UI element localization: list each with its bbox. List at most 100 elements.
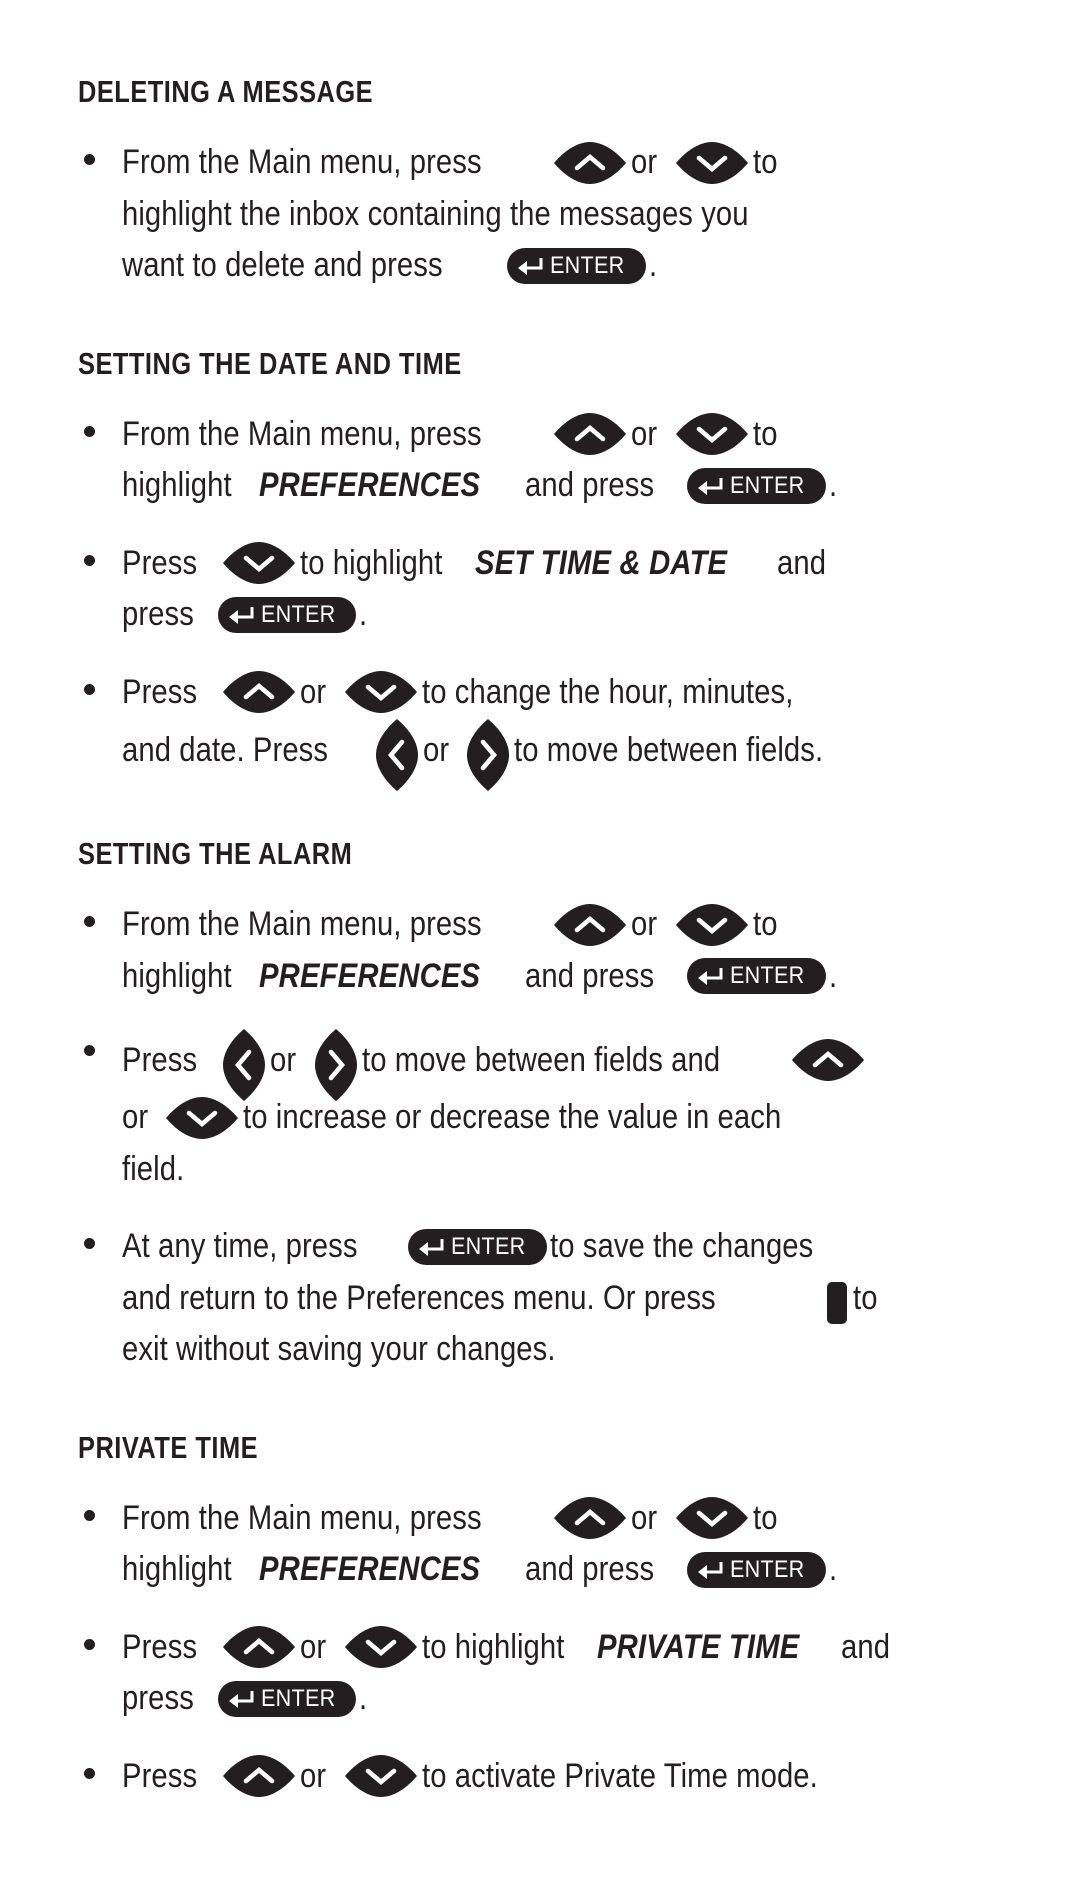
enter-key-icon: ENTER [217, 1680, 357, 1717]
instruction-text: to [752, 414, 778, 453]
up-arrow-key-icon [222, 1754, 296, 1798]
up-arrow-key-icon [791, 1038, 865, 1082]
instruction-text: Press [122, 1627, 198, 1666]
return-arrow-icon [697, 1560, 723, 1580]
instruction-line: highlight PREFERENCES and press ENTER. [122, 1544, 1010, 1596]
instruction-text: At any time, press [122, 1227, 358, 1265]
menu-name-emphasis: SET TIME & DATE [475, 543, 728, 582]
exit-key-icon [827, 1281, 848, 1324]
instruction-item-datetime-step-2: Press to highlight SET TIME & DATE and press… [78, 538, 1010, 641]
instruction-text: to [752, 905, 778, 943]
instruction-text: to highlight [421, 1627, 565, 1666]
instruction-item-private-step-2: Press or to highlight PRIVATE TIME and press E… [78, 1622, 1010, 1725]
instruction-text: and press [524, 466, 655, 504]
instruction-text: to increase or decrease the value in eac… [243, 1098, 782, 1136]
instruction-text: highlight [122, 956, 232, 995]
instruction-item-datetime-step-1: From the Main menu, press or to highlight PR… [78, 409, 1010, 512]
instruction-text: or [631, 905, 658, 943]
instruction-text: exit without saving your changes. [122, 1330, 556, 1368]
down-arrow-key-icon [344, 1625, 418, 1669]
instruction-line: highlight the inbox containing the messa… [122, 189, 1010, 241]
instruction-text: and press [524, 1550, 655, 1588]
instruction-text: and date. Press [122, 730, 329, 769]
right-arrow-key-icon [314, 1028, 358, 1102]
enter-key-label: ENTER [549, 251, 625, 279]
instruction-line: or to increase or decrease the value in e… [122, 1092, 1010, 1144]
instruction-text: highlight the inbox containing the messa… [122, 194, 749, 233]
instruction-item-private-step-3: Press or to activate Private Time mode. [78, 1751, 1010, 1803]
instruction-text: . [828, 466, 838, 504]
up-arrow-key-icon [553, 141, 627, 185]
instruction-text: or [122, 1098, 149, 1136]
section-heading-setting-the-alarm: SETTING THE ALARM [78, 836, 353, 871]
down-arrow-key-icon [165, 1096, 239, 1140]
enter-key-label: ENTER [450, 1232, 526, 1260]
instruction-text: From the Main menu, press [122, 414, 482, 453]
instruction-text: or [300, 672, 327, 711]
instruction-text: highlight [122, 466, 232, 504]
instruction-line: Press or to change the hour, minutes, [122, 667, 1010, 719]
instruction-line: Press or to move between fields and [122, 1028, 1010, 1101]
down-arrow-key-icon [675, 903, 749, 947]
instruction-text: or [300, 1756, 327, 1795]
instruction-text: or [631, 1498, 658, 1537]
instruction-line: highlight PREFERENCES and press ENTER. [122, 951, 1010, 1003]
instruction-list-deleting-a-message: From the Main menu, press or to highlight t… [78, 137, 1010, 292]
instruction-text: From the Main menu, press [122, 1498, 482, 1537]
instruction-text: or [300, 1627, 327, 1666]
right-arrow-key-icon [466, 718, 510, 792]
enter-key-icon: ENTER [506, 247, 646, 284]
instruction-text: press [122, 1679, 194, 1717]
down-arrow-key-icon [675, 1496, 749, 1540]
enter-key-label: ENTER [260, 600, 336, 628]
enter-key-icon: ENTER [407, 1228, 547, 1265]
instruction-text: and press [524, 956, 655, 995]
instruction-text: Press [122, 1040, 198, 1079]
instruction-text: to [752, 143, 778, 181]
instruction-line: press ENTER. [122, 1673, 1010, 1725]
menu-name-emphasis: PREFERENCES [258, 956, 480, 995]
down-arrow-key-icon [675, 412, 749, 456]
instruction-text: field. [122, 1149, 185, 1188]
instruction-line: From the Main menu, press or to [122, 137, 1010, 189]
instruction-line: field. [122, 1144, 1010, 1196]
instruction-text: to activate Private Time mode. [421, 1756, 818, 1795]
instruction-text: or [631, 143, 658, 181]
instruction-line: From the Main menu, press or to [122, 409, 1010, 461]
return-arrow-icon [418, 1237, 444, 1257]
down-arrow-key-icon [222, 541, 296, 585]
section-heading-private-time: PRIVATE TIME [78, 1429, 259, 1465]
instruction-text: . [648, 246, 657, 284]
instruction-text: to change the hour, minutes, [421, 672, 794, 711]
section-heading-deleting-a-message: DELETING A MESSAGE [78, 74, 374, 109]
instruction-text: . [828, 1550, 838, 1588]
instruction-line: exit without saving your changes. [122, 1324, 1010, 1376]
instruction-line: Press to highlight SET TIME & DATE and [122, 538, 1010, 590]
instruction-text: Press [122, 672, 198, 711]
up-arrow-key-icon [222, 1625, 296, 1669]
left-arrow-key-icon [375, 718, 419, 792]
down-arrow-key-icon [344, 670, 418, 714]
bullet-dot-icon [84, 1238, 95, 1249]
enter-key-label: ENTER [730, 1555, 805, 1583]
enter-key-icon: ENTER [687, 1551, 826, 1588]
sections-container: DELETING A MESSAGE From the Main menu, pr… [78, 76, 1010, 1802]
instruction-text: Press [122, 1756, 198, 1795]
instruction-text: to save the changes [549, 1227, 814, 1265]
bullet-dot-icon [84, 154, 95, 165]
bullet-dot-icon [84, 425, 95, 437]
instruction-list-private-time: From the Main menu, press or to highlight PR… [78, 1493, 1010, 1803]
up-arrow-key-icon [553, 1496, 627, 1540]
up-arrow-key-icon [553, 412, 627, 456]
return-arrow-icon [228, 1689, 254, 1709]
instruction-line: Press or to highlight PRIVATE TIME and [122, 1622, 1010, 1674]
down-arrow-key-icon [675, 141, 749, 185]
up-arrow-key-icon [222, 670, 296, 714]
enter-key-label: ENTER [730, 962, 805, 989]
instruction-text: highlight [122, 1550, 232, 1588]
instruction-line: At any time, press ENTER to save the chang… [122, 1221, 1010, 1273]
enter-key-icon: ENTER [687, 958, 826, 994]
return-arrow-icon [697, 966, 723, 986]
return-arrow-icon [517, 256, 543, 276]
instruction-list-setting-the-alarm: From the Main menu, press or to highlight PR… [78, 899, 1010, 1376]
